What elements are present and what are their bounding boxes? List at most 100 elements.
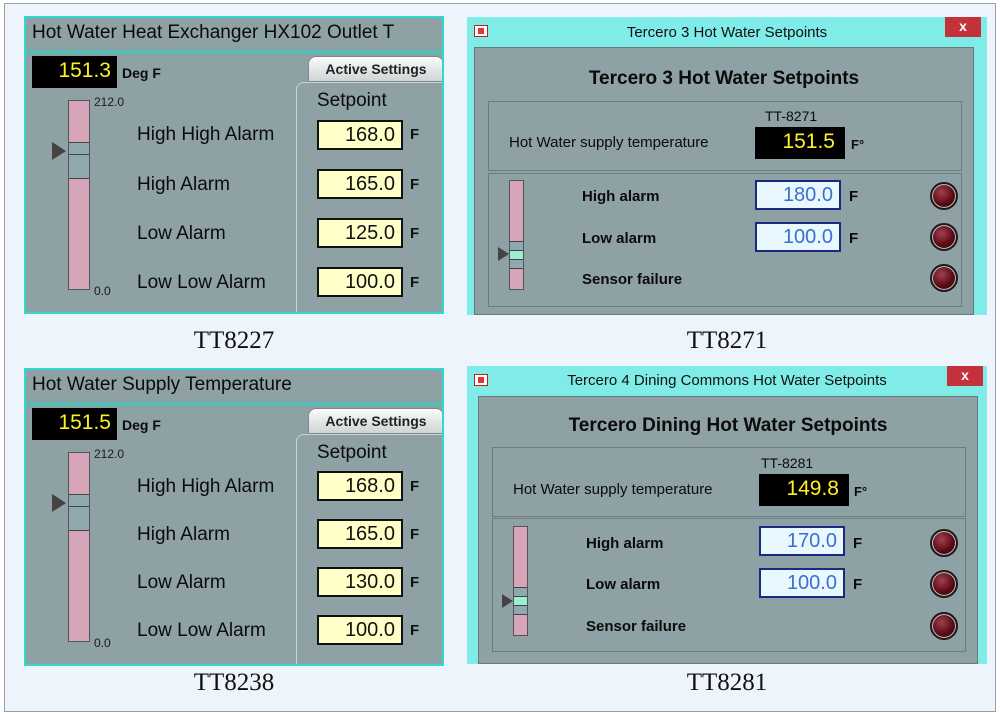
tag-label: TT-8281: [761, 455, 814, 471]
high-alarm-label: High alarm: [582, 188, 660, 205]
setpoint-unit: F: [410, 574, 420, 591]
panel-tt8227: Hot Water Heat Exchanger HX102 Outlet T …: [24, 16, 444, 314]
setpoint-unit: F: [410, 274, 420, 291]
level-bar: [513, 526, 528, 636]
level-indicator-fill: [510, 250, 523, 260]
process-value-display: 151.5: [32, 408, 117, 440]
high-alarm-unit: F: [853, 535, 863, 552]
alarm-label: Low Low Alarm: [137, 272, 266, 293]
level-pointer-icon: [498, 247, 509, 261]
alarm-label: High Alarm: [137, 524, 230, 545]
setpoint-input[interactable]: 100.0: [317, 267, 403, 297]
panel-title: Hot Water Supply Temperature: [32, 374, 292, 395]
low-alarm-indicator-icon: [930, 223, 958, 251]
level-indicator-band: [69, 494, 89, 531]
setpoint-input[interactable]: 100.0: [317, 615, 403, 645]
level-bar: [68, 452, 90, 642]
supply-temp-display: 149.8: [759, 474, 849, 506]
caption-tt8281: TT8281: [686, 669, 768, 696]
sensor-failure-indicator-icon: [930, 264, 958, 292]
scale-min-label: 0.0: [94, 284, 111, 298]
panel-tt8238: Hot Water Supply Temperature 151.5 Deg F…: [24, 368, 444, 666]
high-alarm-unit: F: [849, 188, 859, 205]
caption-tt8238: TT8238: [193, 669, 275, 696]
level-indicator-band: [514, 587, 527, 615]
setpoint-unit: F: [410, 526, 420, 543]
high-alarm-label: High alarm: [586, 535, 664, 552]
setpoint-input[interactable]: 168.0: [317, 120, 403, 150]
alarm-label: High Alarm: [137, 174, 230, 195]
window-body: Tercero 3 Hot Water Setpoints TT-8271 Ho…: [474, 47, 974, 315]
scale-max-label: 212.0: [94, 95, 125, 109]
high-alarm-indicator-icon: [930, 182, 958, 210]
panel-tt8271: Tercero 3 Hot Water Setpoints x Tercero …: [467, 17, 987, 315]
setpoint-unit: F: [410, 622, 420, 639]
high-alarm-indicator-icon: [930, 529, 958, 557]
panel-tt8281: Tercero 4 Dining Commons Hot Water Setpo…: [467, 366, 987, 664]
setpoint-unit: F: [410, 225, 420, 242]
high-alarm-input[interactable]: 170.0: [759, 526, 845, 556]
level-bar: [509, 180, 524, 290]
setpoint-unit: F: [410, 176, 420, 193]
tag-label: TT-8271: [765, 108, 818, 124]
supply-temp-label: Hot Water supply temperature: [513, 481, 713, 498]
panel-title: Hot Water Heat Exchanger HX102 Outlet T: [32, 22, 395, 43]
body-title: Tercero 3 Hot Water Setpoints: [588, 68, 860, 89]
process-value-unit: Deg F: [122, 65, 161, 81]
alarms-frame: [488, 173, 962, 307]
low-alarm-input[interactable]: 100.0: [755, 222, 841, 252]
level-indicator-band: [510, 241, 523, 269]
setpoint-input[interactable]: 130.0: [317, 567, 403, 597]
low-alarm-unit: F: [849, 230, 859, 247]
level-pointer-icon: [52, 494, 66, 512]
supply-temp-unit: F°: [851, 137, 865, 152]
process-value-display: 151.3: [32, 56, 117, 88]
high-alarm-input[interactable]: 180.0: [755, 180, 841, 210]
low-alarm-indicator-icon: [930, 570, 958, 598]
level-bar: [68, 100, 90, 290]
active-settings-tab[interactable]: Active Settings: [308, 408, 442, 434]
alarm-label: Low Alarm: [137, 223, 226, 244]
supply-temp-label: Hot Water supply temperature: [509, 134, 709, 151]
setpoint-input[interactable]: 165.0: [317, 519, 403, 549]
setpoint-input[interactable]: 165.0: [317, 169, 403, 199]
window-title: Tercero 4 Dining Commons Hot Water Setpo…: [567, 372, 887, 389]
low-alarm-input[interactable]: 100.0: [759, 568, 845, 598]
alarms-frame: [492, 518, 966, 652]
process-value-unit: Deg F: [122, 417, 161, 433]
alarm-label: High High Alarm: [137, 124, 275, 145]
setpoint-header: Setpoint: [317, 442, 387, 463]
alarm-label: Low Low Alarm: [137, 620, 266, 641]
low-alarm-label: Low alarm: [586, 576, 661, 593]
setpoint-unit: F: [410, 478, 420, 495]
scale-max-label: 212.0: [94, 447, 125, 461]
setpoint-header: Setpoint: [317, 90, 387, 111]
title-divider: [26, 51, 442, 53]
level-indicator-band: [69, 142, 89, 179]
active-settings-tab[interactable]: Active Settings: [308, 56, 442, 82]
title-divider: [26, 403, 442, 405]
sensor-failure-indicator-icon: [930, 612, 958, 640]
level-pointer-icon: [52, 142, 66, 160]
alarm-label: Low Alarm: [137, 572, 226, 593]
scale-min-label: 0.0: [94, 636, 111, 650]
level-pointer-icon: [502, 594, 513, 608]
setpoint-unit: F: [410, 126, 420, 143]
window-body: Tercero Dining Hot Water Setpoints TT-82…: [478, 396, 978, 664]
low-alarm-label: Low alarm: [582, 230, 657, 247]
supply-temp-unit: F°: [854, 484, 868, 499]
supply-temp-display: 151.5: [755, 127, 845, 159]
sensor-failure-label: Sensor failure: [586, 618, 687, 635]
level-indicator-fill: [514, 596, 527, 606]
low-alarm-unit: F: [853, 576, 863, 593]
window-title: Tercero 3 Hot Water Setpoints: [626, 24, 828, 41]
close-button[interactable]: x: [947, 366, 983, 386]
close-button[interactable]: x: [945, 17, 981, 37]
alarm-label: High High Alarm: [137, 476, 275, 497]
caption-tt8227: TT8227: [193, 327, 275, 354]
setpoint-input[interactable]: 125.0: [317, 218, 403, 248]
caption-tt8271: TT8271: [686, 327, 768, 354]
setpoint-input[interactable]: 168.0: [317, 471, 403, 501]
sensor-failure-label: Sensor failure: [582, 271, 683, 288]
body-title: Tercero Dining Hot Water Setpoints: [568, 415, 888, 436]
